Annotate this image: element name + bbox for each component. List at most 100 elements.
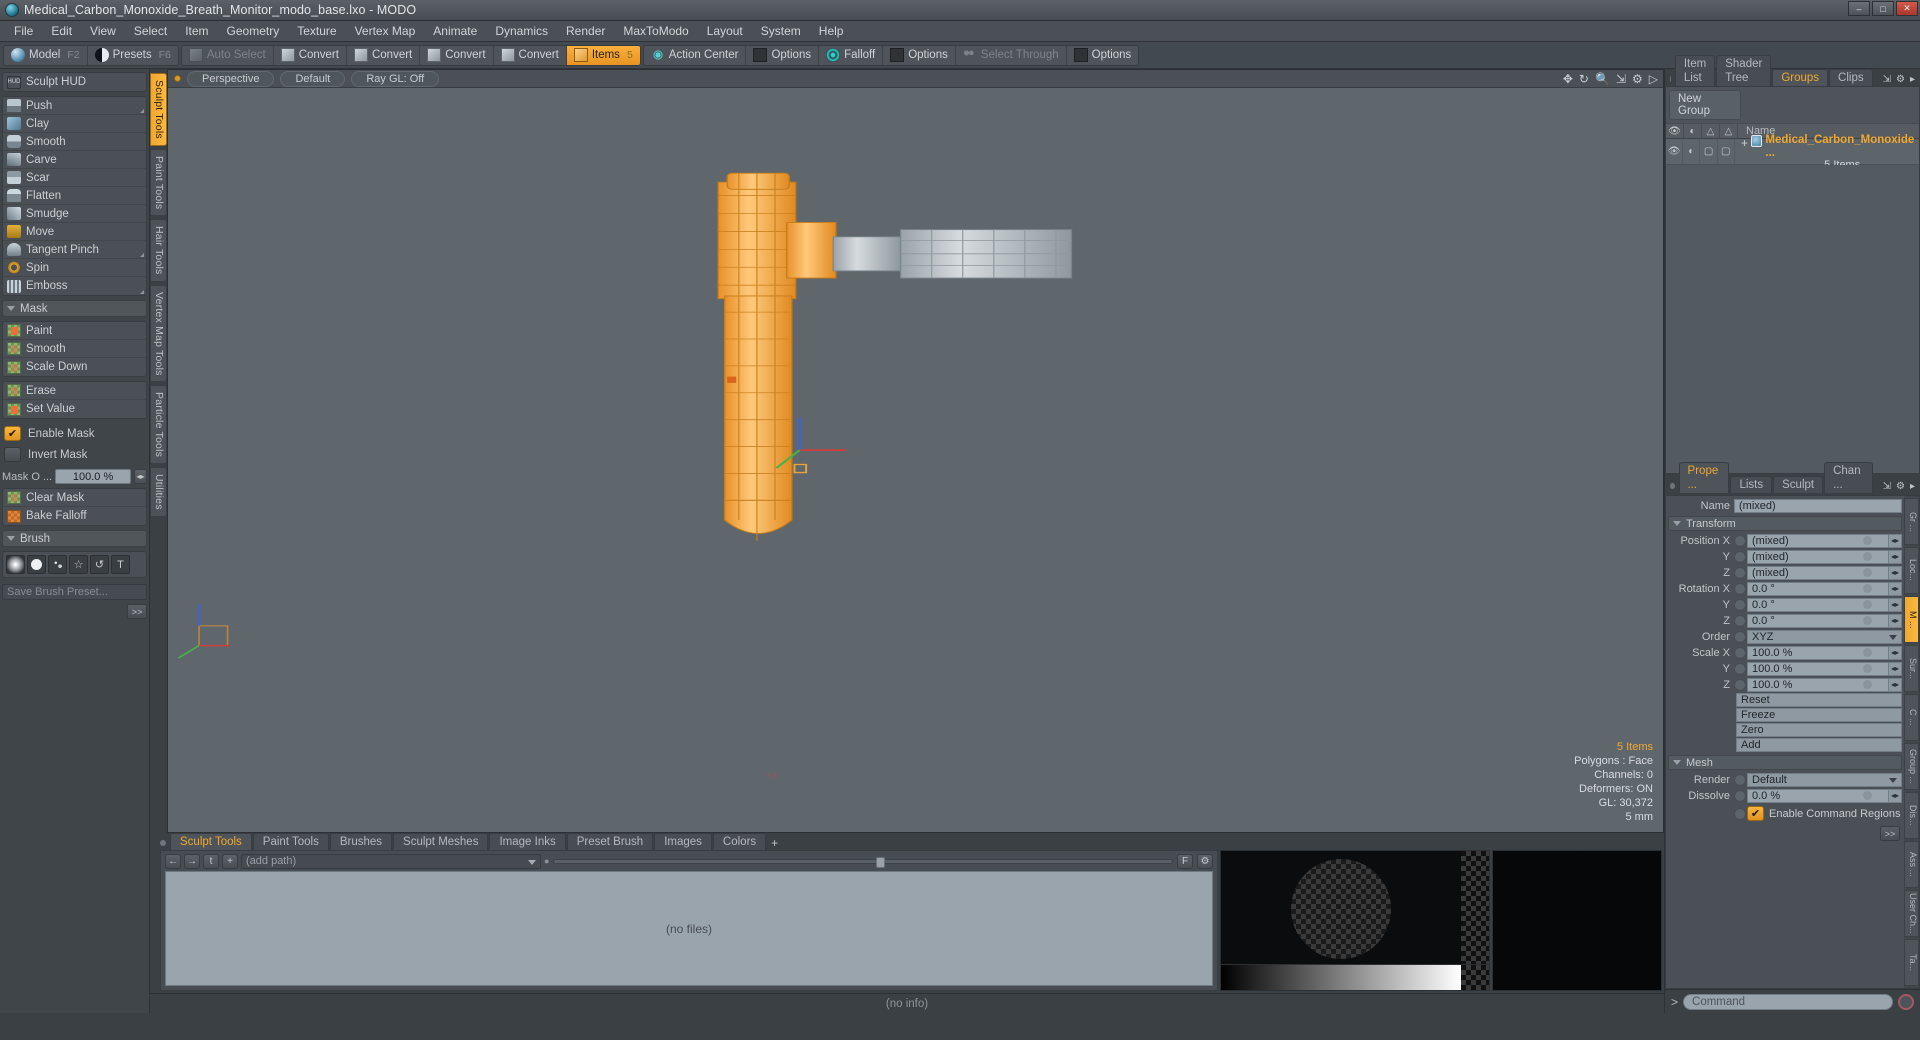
menu-item-geometry[interactable]: Geometry <box>218 22 289 40</box>
menu-item-item[interactable]: Item <box>176 22 217 40</box>
groups-empty-area[interactable] <box>1666 165 1919 473</box>
toolbar-button-options[interactable]: Options <box>883 45 956 65</box>
viewport-menu-icon[interactable] <box>174 75 181 82</box>
property-channel-knob[interactable] <box>1734 582 1746 595</box>
property-mini-knob[interactable] <box>1863 568 1872 577</box>
property-value-input[interactable]: XYZ <box>1747 629 1902 644</box>
toolbar-button-convert[interactable]: Convert <box>274 45 347 65</box>
menu-item-view[interactable]: View <box>81 22 125 40</box>
viewport-raygl-dropdown[interactable]: Ray GL: Off <box>351 70 440 87</box>
property-value-input[interactable]: 100.0 % <box>1747 645 1889 660</box>
vertical-tab-vertex-map-tools[interactable]: Vertex Map Tools <box>150 284 167 383</box>
tool-spin[interactable]: Spin <box>3 259 146 277</box>
toolbar-button-options[interactable]: Options <box>1067 46 1139 65</box>
tab-clips[interactable]: Clips <box>1829 69 1873 86</box>
menu-item-dynamics[interactable]: Dynamics <box>486 22 557 40</box>
property-channel-knob[interactable] <box>1734 614 1746 627</box>
fit-view-icon[interactable]: ⇲ <box>1616 72 1626 86</box>
toolbar-button-action-center[interactable]: Action Center <box>644 45 747 65</box>
chevron-right-icon[interactable]: ▸ <box>1910 481 1915 492</box>
panel-menu-icon[interactable] <box>1670 483 1675 489</box>
maximize-view-icon[interactable]: ▷ <box>1649 72 1658 86</box>
text-brush-icon[interactable]: T <box>111 555 130 574</box>
chevron-right-icon[interactable]: ▸ <box>1910 74 1915 85</box>
toolbar-button-convert[interactable]: Convert <box>420 45 494 65</box>
bottom-tab-sculpt-tools[interactable]: Sculpt Tools <box>170 833 252 850</box>
toolbar-button-convert[interactable]: Convert <box>494 45 567 65</box>
property-channel-knob[interactable] <box>1734 646 1746 659</box>
menu-item-vertex-map[interactable]: Vertex Map <box>346 22 425 40</box>
mask-opacity-stepper[interactable]: ◂▸ <box>134 469 147 484</box>
bottom-tab-colors[interactable]: Colors <box>712 833 767 850</box>
vertical-tab-sculpt-tools[interactable]: Sculpt Tools <box>150 73 167 146</box>
side-tab-8[interactable]: User Ch... <box>1904 890 1919 937</box>
brush-preview-panel[interactable] <box>1220 850 1490 991</box>
properties-more-button[interactable]: >> <box>1880 826 1900 841</box>
mask-opacity-input[interactable]: 100.0 % <box>55 469 131 484</box>
side-tab-6[interactable]: Dis... <box>1904 792 1919 839</box>
tool-push[interactable]: Push <box>3 97 146 115</box>
bottom-tab-image-inks[interactable]: Image Inks <box>489 833 566 850</box>
vertical-tab-utilities[interactable]: Utilities <box>150 467 167 517</box>
property-value-input[interactable]: (mixed) <box>1747 533 1889 548</box>
tab-groups[interactable]: Groups <box>1772 69 1829 86</box>
thumbnail-size-slider[interactable]: ● F ⚙ <box>544 853 1213 869</box>
tool-set-value[interactable]: Set Value <box>3 400 146 418</box>
property-value-input[interactable]: (mixed) <box>1747 565 1889 580</box>
left-panel-more-button[interactable]: >> <box>127 604 147 619</box>
circle-arrow-brush-icon[interactable]: ↺ <box>90 555 109 574</box>
bottom-tab-sculpt-meshes[interactable]: Sculpt Meshes <box>393 833 489 850</box>
tool-scar[interactable]: Scar <box>3 169 146 187</box>
property-value-input[interactable]: 0.0 ° <box>1747 581 1889 596</box>
enable-command-regions-checkbox[interactable]: ✔ <box>1747 806 1764 821</box>
viewport-style-dropdown[interactable]: Default <box>280 70 346 87</box>
property-value-input[interactable]: 0.0 % <box>1747 788 1889 803</box>
menu-item-edit[interactable]: Edit <box>42 22 81 40</box>
vertical-tab-paint-tools[interactable]: Paint Tools <box>150 148 167 217</box>
tool-smooth[interactable]: Smooth <box>3 340 146 358</box>
tab-lists[interactable]: Lists <box>1730 476 1773 493</box>
toolbar-button-select-through[interactable]: Select Through <box>956 45 1067 65</box>
tool-emboss[interactable]: Emboss <box>3 277 146 295</box>
gear-icon[interactable]: ⚙ <box>1197 853 1213 869</box>
filter-toggle-button[interactable]: F <box>1177 853 1193 869</box>
row-shade-toggle[interactable]: ▢ <box>1700 139 1718 164</box>
menu-item-select[interactable]: Select <box>125 22 176 40</box>
transform-section-header[interactable]: Transform <box>1668 516 1902 531</box>
menu-item-help[interactable]: Help <box>810 22 853 40</box>
property-mini-knob[interactable] <box>1863 664 1872 673</box>
property-mini-knob[interactable] <box>1863 600 1872 609</box>
property-channel-knob[interactable] <box>1734 773 1746 786</box>
property-stepper[interactable]: ◂▸ <box>1889 581 1902 596</box>
add-icon[interactable]: + <box>222 853 238 869</box>
transform-action-zero[interactable]: Zero <box>1736 723 1902 737</box>
path-dropdown[interactable]: (add path) <box>241 853 541 869</box>
property-channel-knob[interactable] <box>1734 630 1746 643</box>
property-value-input[interactable]: Default <box>1747 772 1902 787</box>
splatter-brush-icon[interactable] <box>48 555 67 574</box>
viewport-projection-dropdown[interactable]: Perspective <box>187 70 275 87</box>
back-icon[interactable]: ← <box>165 853 181 869</box>
property-stepper[interactable]: ◂▸ <box>1889 565 1902 580</box>
toolbar-button-options[interactable]: Options <box>746 45 820 65</box>
row-wireframe-toggle[interactable]: ▢ <box>1718 139 1735 164</box>
command-input[interactable]: Command <box>1683 993 1893 1010</box>
mask-section-header[interactable]: Mask <box>2 300 147 317</box>
tool-scale-down[interactable]: Scale Down <box>3 358 146 376</box>
zoom-view-icon[interactable]: 🔍 <box>1595 72 1610 86</box>
toolbar-button-model[interactable]: Model F2 <box>4 45 88 65</box>
property-stepper[interactable]: ◂▸ <box>1889 549 1902 564</box>
gear-icon[interactable]: ⚙ <box>1632 72 1643 86</box>
tab-shader-tree[interactable]: Shader Tree <box>1716 55 1772 86</box>
property-value-input[interactable]: 0.0 ° <box>1747 597 1889 612</box>
bottom-tab-paint-tools[interactable]: Paint Tools <box>252 833 329 850</box>
gear-icon[interactable]: ⚙ <box>1896 74 1905 85</box>
maximize-button[interactable]: □ <box>1872 1 1894 16</box>
tool-smudge[interactable]: Smudge <box>3 205 146 223</box>
menu-item-texture[interactable]: Texture <box>288 22 345 40</box>
new-group-button[interactable]: New Group <box>1669 90 1741 120</box>
file-list-empty[interactable]: (no files) <box>165 871 1213 986</box>
toolbar-button-presets[interactable]: Presets F6 <box>88 46 178 65</box>
invert-mask-checkbox[interactable] <box>4 447 21 462</box>
command-regions-knob[interactable] <box>1734 807 1746 820</box>
